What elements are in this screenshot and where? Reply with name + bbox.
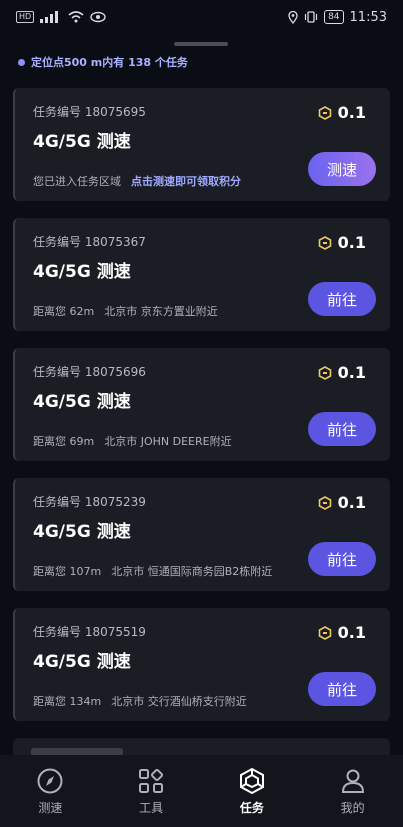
reward-value: 0.1 <box>337 363 366 382</box>
task-name: 4G/5G 测速 <box>33 522 131 542</box>
task-card[interactable]: 任务编号 18075519 0.1 4G/5G 测速 距离您 134m 北京市 … <box>13 608 390 721</box>
nav-item-tools[interactable]: 工具 <box>111 767 191 816</box>
reward-value: 0.1 <box>337 623 366 642</box>
reward-value: 0.1 <box>337 103 366 122</box>
eye-icon <box>90 11 106 23</box>
go-button[interactable]: 前往 <box>308 672 376 706</box>
sheet-drag-handle[interactable] <box>174 42 228 46</box>
task-list: 任务编号 18075695 0.1 4G/5G 测速 您已进入任务区域 点击测速… <box>13 88 390 738</box>
task-location: 北京市 恒通国际商务园B2栋附近 <box>111 565 273 578</box>
speedtest-button[interactable]: 测速 <box>308 152 376 186</box>
go-button[interactable]: 前往 <box>308 542 376 576</box>
compass-icon <box>37 768 63 793</box>
task-description: 距离您 134m 北京市 交行酒仙桥支行附近 <box>33 693 247 709</box>
vibrate-icon <box>304 11 318 23</box>
task-distance: 距离您 107m <box>33 565 102 578</box>
task-reward: 0.1 <box>318 493 366 512</box>
task-name: 4G/5G 测速 <box>33 262 131 282</box>
coin-hexagon-icon <box>318 495 331 510</box>
reward-value: 0.1 <box>337 233 366 252</box>
nav-label: 我的 <box>340 800 365 815</box>
nav-item-speedtest[interactable]: 测速 <box>10 767 90 816</box>
task-distance: 距离您 62m <box>33 305 95 318</box>
coin-hexagon-icon <box>318 625 331 640</box>
nav-item-tasks[interactable]: 任务 <box>212 767 292 816</box>
task-name: 4G/5G 测速 <box>33 132 131 152</box>
task-name: 4G/5G 测速 <box>33 392 131 412</box>
task-location: 北京市 JOHN DEERE附近 <box>104 435 232 448</box>
task-distance: 距离您 134m <box>33 695 102 708</box>
task-reward: 0.1 <box>318 103 366 122</box>
go-button[interactable]: 前往 <box>308 412 376 446</box>
status-left: HD <box>16 11 106 23</box>
task-location: 北京市 交行酒仙桥支行附近 <box>111 695 247 708</box>
task-reward: 0.1 <box>318 233 366 252</box>
status-bar: HD 84 11:53 <box>0 0 403 34</box>
nav-label: 任务 <box>239 800 264 815</box>
nav-item-mine[interactable]: 我的 <box>313 767 393 816</box>
task-number: 任务编号 18075519 <box>33 625 146 639</box>
task-description: 距离您 69m 北京市 JOHN DEERE附近 <box>33 433 232 449</box>
coin-hexagon-icon <box>318 105 331 120</box>
location-dot-icon <box>18 58 25 66</box>
user-icon <box>341 769 364 793</box>
task-distance: 距离您 69m <box>33 435 95 448</box>
coin-hexagon-icon <box>318 365 331 380</box>
network-badge: HD <box>16 11 35 23</box>
task-number: 任务编号 18075696 <box>33 365 146 379</box>
task-reward: 0.1 <box>318 623 366 642</box>
battery-indicator: 84 <box>324 10 344 24</box>
signal-icon <box>40 11 59 23</box>
bottom-nav: 测速 工具 任务 我的 <box>0 755 403 827</box>
task-card[interactable]: 任务编号 18075239 0.1 4G/5G 测速 距离您 107m 北京市 … <box>13 478 390 591</box>
status-right: 84 11:53 <box>288 10 387 25</box>
task-description: 距离您 62m 北京市 京东方置业附近 <box>33 303 218 319</box>
apps-grid-icon <box>139 768 164 793</box>
location-pin-icon <box>288 10 298 24</box>
location-info: 定位点500 m内有 138 个任务 <box>18 53 188 71</box>
task-number: 任务编号 18075695 <box>33 105 146 119</box>
go-button[interactable]: 前往 <box>308 282 376 316</box>
task-description: 您已进入任务区域 点击测速即可领取积分 <box>33 173 241 189</box>
reward-value: 0.1 <box>337 493 366 512</box>
task-number: 任务编号 18075239 <box>33 495 146 509</box>
task-description: 距离您 107m 北京市 恒通国际商务园B2栋附近 <box>33 563 272 579</box>
location-info-text: 定位点500 m内有 138 个任务 <box>31 56 188 69</box>
wifi-icon <box>68 11 84 23</box>
task-location: 北京市 京东方置业附近 <box>104 305 218 318</box>
task-number: 任务编号 18075367 <box>33 235 146 249</box>
nav-label: 工具 <box>139 800 164 815</box>
task-card[interactable]: 任务编号 18075695 0.1 4G/5G 测速 您已进入任务区域 点击测速… <box>13 88 390 201</box>
task-hint-text: 点击测速即可领取积分 <box>131 175 241 188</box>
task-card[interactable]: 任务编号 18075367 0.1 4G/5G 测速 距离您 62m 北京市 京… <box>13 218 390 331</box>
task-name: 4G/5G 测速 <box>33 652 131 672</box>
nav-label: 测速 <box>38 800 63 815</box>
task-card[interactable]: 任务编号 18075696 0.1 4G/5G 测速 距离您 69m 北京市 J… <box>13 348 390 461</box>
task-reward: 0.1 <box>318 363 366 382</box>
task-status-text: 您已进入任务区域 <box>33 175 121 188</box>
cube-task-icon <box>239 767 264 794</box>
coin-hexagon-icon <box>318 235 331 250</box>
status-time: 11:53 <box>349 9 387 25</box>
